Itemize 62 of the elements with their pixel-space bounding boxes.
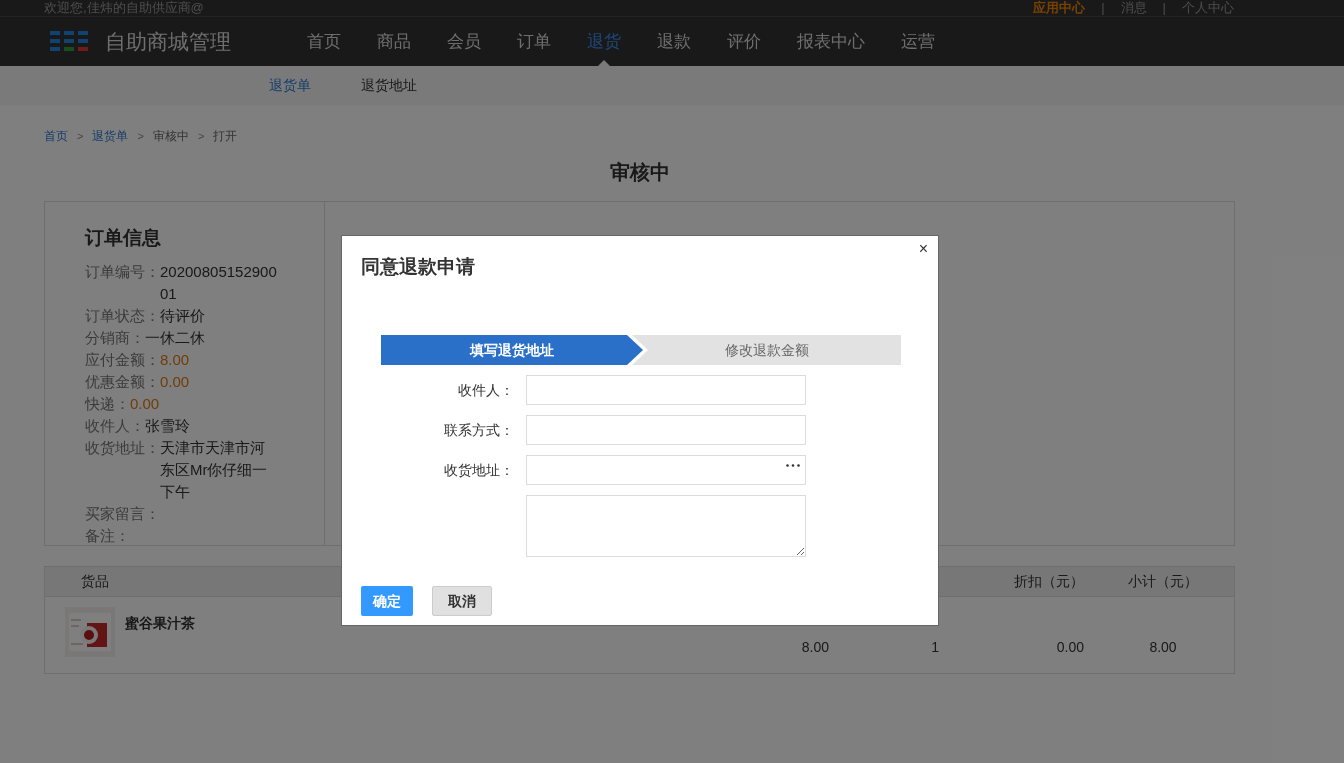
address-detail-field[interactable] (526, 495, 806, 557)
more-icon[interactable] (786, 464, 800, 467)
nav-tab[interactable]: 运营 (883, 16, 953, 67)
input-field[interactable] (526, 415, 806, 445)
field-value: 一休二休 (145, 327, 205, 348)
column-header: 折扣（元） (1013, 572, 1085, 591)
field-value: 2020080515290001 (160, 261, 278, 304)
separator-text: | (1162, 0, 1166, 16)
breadcrumb-separator: > (77, 128, 84, 144)
confirm-button[interactable]: 确定 (361, 586, 413, 616)
field-label: 联系方式： (444, 420, 514, 440)
field-value: 天津市天津市河东区Mr你仔细一下午 (160, 437, 269, 502)
field-label: 应付金额： (85, 349, 160, 370)
nav-tab[interactable]: 首页 (289, 16, 359, 67)
dialog-title: 同意退款申请 (361, 256, 475, 278)
field-label: 优惠金额： (85, 371, 160, 392)
breadcrumb-separator: > (197, 128, 205, 144)
breadcrumb-text: 审核中 (152, 128, 189, 145)
nav-tab[interactable]: 退款 (639, 16, 709, 67)
breadcrumb-separator: > (137, 128, 144, 144)
field-value: 0.00 (160, 371, 190, 392)
field-label: 快递： (85, 393, 130, 414)
field-label: 备注： (85, 525, 130, 546)
top-link[interactable]: 应用中心 (1033, 0, 1086, 16)
logo-text: 自助商城管理 (105, 28, 231, 55)
field-value: 待评价 (160, 305, 205, 326)
table-cell: 0.00 (1056, 639, 1084, 655)
field-label: 分销商： (85, 327, 145, 348)
table-cell: 1 (931, 639, 939, 655)
nav-tab[interactable]: 评价 (709, 16, 779, 67)
nav-tab[interactable]: 订单 (499, 16, 569, 67)
breadcrumb-link[interactable]: 退货单 (92, 127, 129, 145)
field-label: 收货地址： (444, 460, 514, 480)
field-label: 收件人： (458, 380, 514, 400)
table-cell: 8.00 (801, 639, 829, 655)
separator-text: | (1101, 0, 1105, 16)
nav-tab[interactable]: 商品 (359, 16, 429, 67)
field-label: 订单编号： (85, 261, 160, 282)
close-button[interactable]: × (918, 240, 928, 258)
field-label: 收货地址： (85, 437, 160, 458)
table-cell: 8.00 (1149, 639, 1177, 655)
breadcrumb-link[interactable]: 首页 (44, 127, 68, 145)
product-name: 蜜谷果汁茶 (125, 614, 195, 633)
field-value: 8.00 (160, 349, 190, 370)
column-header: 小计（元） (1127, 572, 1199, 591)
field-label: 买家留言： (85, 503, 160, 524)
cancel-button[interactable]: 取消 (432, 586, 492, 616)
field-label: 收件人： (85, 415, 145, 436)
subnav-tab[interactable]: 退货地址 (361, 75, 417, 96)
field-value: 张雪玲 (145, 415, 190, 436)
breadcrumb-text: 打开 (213, 128, 238, 145)
logo-icon (50, 30, 88, 53)
page-title: 审核中 (609, 161, 670, 183)
subnav-tab[interactable]: 退货单 (269, 75, 311, 96)
input-field[interactable] (526, 375, 806, 405)
nav-tab[interactable]: 报表中心 (779, 16, 883, 67)
section-title: 订单信息 (85, 226, 162, 250)
field-value: 0.00 (130, 393, 160, 414)
column-header: 货品 (81, 572, 110, 591)
address-picker-field[interactable] (526, 455, 806, 485)
nav-tab[interactable]: 会员 (429, 16, 499, 67)
field-label: 订单状态： (85, 305, 160, 326)
